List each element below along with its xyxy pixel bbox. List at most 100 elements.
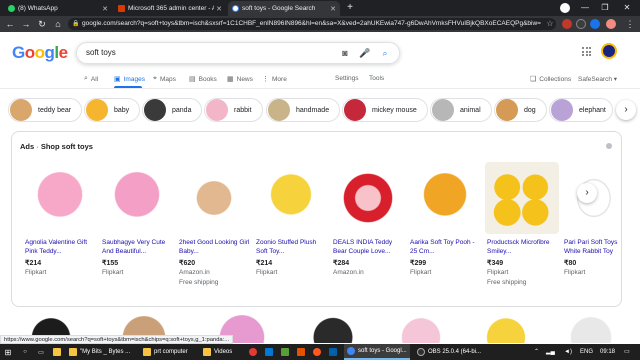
product-name[interactable]: Pari Pari Soft Toys White Rabbit Toy -..…	[564, 238, 620, 256]
tab-books[interactable]: ▤ Books	[189, 75, 217, 84]
google-logo[interactable]: Google	[12, 43, 68, 63]
product-card[interactable]: Saubhagye Very Cute And Beautiful... ₹15…	[100, 162, 174, 302]
chip-rabbit[interactable]: rabbit	[204, 98, 263, 122]
product-image[interactable]	[177, 162, 251, 234]
minimize-icon[interactable]: —	[578, 2, 592, 14]
chip-mickey-mouse[interactable]: mickey mouse	[342, 98, 428, 122]
folder-icon[interactable]	[50, 344, 64, 360]
product-card[interactable]: 2heet Good Looking Girl Baby... ₹620 Ama…	[177, 162, 251, 302]
chip-dog[interactable]: dog	[494, 98, 547, 122]
volume-icon[interactable]: ◄)	[564, 344, 572, 360]
product-image[interactable]	[100, 162, 174, 234]
extension-icon[interactable]	[576, 19, 586, 29]
image-result[interactable]	[296, 315, 370, 343]
browser-tab-office[interactable]: Microsoft 365 admin center - Ac ✕	[114, 1, 226, 16]
search-icon[interactable]: ○	[18, 344, 32, 360]
reload-icon[interactable]: ↻	[36, 18, 48, 30]
microphone-icon[interactable]: 🎤	[359, 47, 371, 59]
taskbar-item[interactable]: prt computer	[140, 344, 198, 360]
safesearch-toggle[interactable]: SafeSearch ▾	[578, 75, 617, 83]
profile-icon[interactable]	[560, 3, 570, 13]
chip-animal[interactable]: animal	[430, 98, 492, 122]
chevron-right-icon[interactable]: ›	[577, 183, 597, 203]
taskbar-item-chrome[interactable]: soft toys - Googl...	[344, 344, 410, 360]
maximize-icon[interactable]: ❐	[598, 2, 612, 14]
notification-icon[interactable]: ▭	[624, 344, 630, 360]
product-image[interactable]	[485, 162, 559, 234]
network-icon[interactable]: ▂▄	[546, 344, 555, 360]
app-icon[interactable]	[278, 344, 292, 360]
product-card[interactable]: Zoonio Stuffed Plush Soft Toy... ₹214 Fl…	[254, 162, 328, 302]
chip-baby[interactable]: baby	[84, 98, 141, 122]
search-icon[interactable]: ⌕	[379, 47, 391, 59]
chip-teddy-bear[interactable]: teddy bear	[8, 98, 83, 122]
app-icon[interactable]	[246, 344, 260, 360]
product-name[interactable]: Agnolia Valentine Gift Pink Teddy...	[25, 238, 97, 256]
tools-link[interactable]: Tools	[369, 75, 384, 82]
clock[interactable]: 09:18	[600, 344, 615, 360]
extension-icon[interactable]	[562, 19, 572, 29]
chip-elephant[interactable]: elephant	[549, 98, 613, 122]
image-result[interactable]	[552, 315, 630, 343]
app-icon[interactable]	[310, 344, 324, 360]
close-tab-icon[interactable]: ✕	[216, 5, 222, 13]
settings-link[interactable]: Settings	[335, 75, 359, 82]
close-tab-icon[interactable]: ✕	[330, 5, 336, 13]
product-card[interactable]: Agnolia Valentine Gift Pink Teddy... ₹21…	[23, 162, 97, 302]
taskbar-item-obs[interactable]: OBS 25.0.4 (64-bi...	[414, 344, 481, 360]
product-image[interactable]	[408, 162, 482, 234]
tab-news[interactable]: ▦ News	[227, 75, 253, 84]
close-window-icon[interactable]: ✕	[620, 2, 634, 14]
taskbar-item[interactable]: "My Bits _ Bytes ...	[66, 344, 138, 360]
home-icon[interactable]: ⌂	[52, 18, 64, 30]
ad-info-icon[interactable]	[606, 143, 612, 149]
language-indicator[interactable]: ENG	[580, 344, 593, 360]
app-icon[interactable]	[262, 344, 276, 360]
product-card[interactable]: Productsck Microfibre Smiley... ₹349 Fli…	[485, 162, 559, 302]
product-name[interactable]: DEALS INDIA Teddy Bear Couple Love...	[333, 238, 405, 256]
windows-start-icon[interactable]: ⊞	[0, 344, 16, 360]
collections-link[interactable]: ❏ Collections	[530, 75, 572, 84]
browser-tab-google[interactable]: soft toys - Google Search ✕	[228, 1, 340, 16]
chevron-right-icon[interactable]: ›	[616, 100, 636, 120]
back-icon[interactable]: ←	[4, 18, 16, 30]
product-name[interactable]: Saubhagye Very Cute And Beautiful...	[102, 238, 174, 256]
tab-more[interactable]: ⋮ More	[262, 75, 287, 84]
product-image[interactable]	[331, 162, 405, 234]
forward-icon[interactable]: →	[20, 18, 32, 30]
profile-avatar-icon[interactable]	[606, 19, 616, 29]
browser-tab-whatsapp[interactable]: (8) WhatsApp ✕	[4, 1, 112, 16]
chip-panda[interactable]: panda	[142, 98, 203, 122]
tray-chevron-icon[interactable]: ⌃	[534, 344, 539, 360]
tab-images[interactable]: ▣ Images	[114, 75, 145, 84]
product-name[interactable]: Productsck Microfibre Smiley...	[487, 238, 559, 256]
collections-label: Collections	[539, 75, 572, 83]
apps-icon[interactable]	[582, 47, 591, 56]
app-icon[interactable]	[326, 344, 340, 360]
product-name[interactable]: Zoonio Stuffed Plush Soft Toy...	[256, 238, 328, 256]
address-bar[interactable]: 🔒 google.com/search?q=soft+toys&tbm=isch…	[68, 18, 556, 30]
account-avatar[interactable]	[601, 43, 617, 59]
close-tab-icon[interactable]: ✕	[102, 5, 108, 13]
app-icon[interactable]	[294, 344, 308, 360]
extension-icon[interactable]	[590, 19, 600, 29]
chip-handmade[interactable]: handmade	[266, 98, 341, 122]
search-input[interactable]: soft toys ◙ 🎤 ⌕	[76, 42, 400, 64]
camera-icon[interactable]: ◙	[339, 47, 351, 59]
image-result[interactable]	[380, 315, 462, 343]
bookmark-star-icon[interactable]: ☆	[544, 18, 556, 30]
product-image[interactable]	[254, 162, 328, 234]
product-image[interactable]	[23, 162, 97, 234]
taskbar-item-label: prt computer	[154, 349, 188, 355]
browser-menu-icon[interactable]: ⋮	[624, 18, 636, 30]
task-view-icon[interactable]: ▭	[34, 344, 48, 360]
image-result[interactable]	[470, 315, 542, 343]
product-name[interactable]: 2heet Good Looking Girl Baby...	[179, 238, 251, 256]
tab-maps[interactable]: ⌖ Maps	[153, 75, 176, 83]
new-tab-button[interactable]: +	[344, 2, 356, 14]
tab-all[interactable]: ⌕ All	[84, 75, 98, 83]
taskbar-item[interactable]: Videos	[200, 344, 244, 360]
product-name[interactable]: Aarika Soft Toy Pooh - 25 Cm...	[410, 238, 482, 256]
product-card[interactable]: DEALS INDIA Teddy Bear Couple Love... ₹2…	[331, 162, 405, 302]
product-card[interactable]: Aarika Soft Toy Pooh - 25 Cm... ₹299 Fli…	[408, 162, 482, 302]
